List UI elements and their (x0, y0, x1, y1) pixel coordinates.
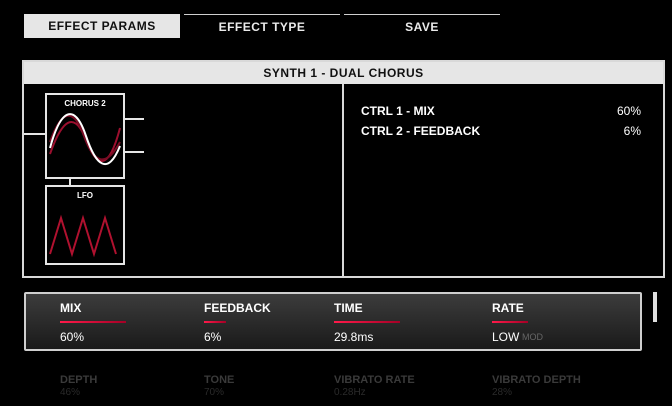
param-time-bar (334, 321, 400, 323)
tab-save-label: SAVE (405, 20, 439, 34)
tab-effect-params[interactable]: EFFECT PARAMS (24, 14, 180, 38)
tab-effect-type[interactable]: EFFECT TYPE (184, 14, 340, 39)
chorus-block: CHORUS 2 (45, 93, 125, 179)
param-depth[interactable]: DEPTH 46% (60, 374, 200, 398)
ctrl-1-value: 60% (616, 104, 641, 118)
lfo-triangle-wave (49, 214, 117, 258)
panel-divider (342, 84, 344, 276)
param-vibrato-depth-value: 28% (492, 387, 513, 398)
param-vibrato-rate[interactable]: VIBRATO RATE 0.28Hz (334, 374, 474, 398)
param-depth-label: DEPTH (60, 374, 98, 386)
param-rate-sub: MOD (522, 332, 543, 342)
ctrl-2-value: 6% (623, 124, 641, 138)
param-mix-label: MIX (60, 301, 82, 315)
param-mix[interactable]: MIX 60% (60, 294, 200, 349)
param-time-label: TIME (334, 301, 363, 315)
lfo-block: LFO (45, 185, 125, 265)
scrollbar[interactable] (653, 292, 657, 322)
param-vibrato-depth[interactable]: VIBRATO DEPTH 28% (492, 374, 632, 398)
chorus-label: CHORUS 2 (64, 99, 106, 108)
param-feedback-label: FEEDBACK (204, 301, 271, 315)
lfo-label: LFO (77, 191, 93, 200)
param-rate[interactable]: RATE LOW MOD (492, 294, 632, 349)
panel-title-text: SYNTH 1 - DUAL CHORUS (263, 66, 424, 80)
param-time-value: 29.8ms (334, 330, 374, 344)
param-tone[interactable]: TONE 70% (204, 374, 344, 398)
param-vibrato-rate-value: 0.28Hz (334, 387, 366, 398)
ctrl-1-row: CTRL 1 - MIX 60% (361, 104, 641, 118)
tab-effect-type-label: EFFECT TYPE (218, 20, 306, 34)
ctrl-2-row: CTRL 2 - FEEDBACK 6% (361, 124, 641, 138)
tab-effect-params-label: EFFECT PARAMS (48, 19, 156, 33)
param-tone-label: TONE (204, 374, 235, 386)
ctrl-2-label: CTRL 2 - FEEDBACK (361, 124, 481, 138)
ctrl-1-label: CTRL 1 - MIX (361, 104, 435, 118)
param-feedback-bar (204, 321, 226, 323)
param-feedback-value: 6% (204, 330, 222, 344)
param-strip: MIX 60% FEEDBACK 6% TIME 29.8ms RATE LOW… (24, 292, 642, 351)
param-mix-bar (60, 321, 126, 323)
signal-flow-diagram: CHORUS 2 LFO (24, 93, 144, 265)
param-mix-value: 60% (60, 330, 85, 344)
param-rate-label: RATE (492, 301, 524, 315)
param-tone-value: 70% (204, 387, 225, 398)
param-vibrato-depth-label: VIBRATO DEPTH (492, 374, 581, 386)
tab-save[interactable]: SAVE (344, 14, 500, 39)
param-rate-bar (492, 321, 528, 323)
param-depth-value: 46% (60, 387, 81, 398)
param-rate-value: LOW (492, 330, 520, 344)
panel-title: SYNTH 1 - DUAL CHORUS (24, 62, 663, 84)
param-feedback[interactable]: FEEDBACK 6% (204, 294, 344, 349)
param-time[interactable]: TIME 29.8ms (334, 294, 474, 349)
param-vibrato-rate-label: VIBRATO RATE (334, 374, 415, 386)
effect-panel: SYNTH 1 - DUAL CHORUS CHORUS 2 LFO CTRL … (22, 60, 665, 278)
